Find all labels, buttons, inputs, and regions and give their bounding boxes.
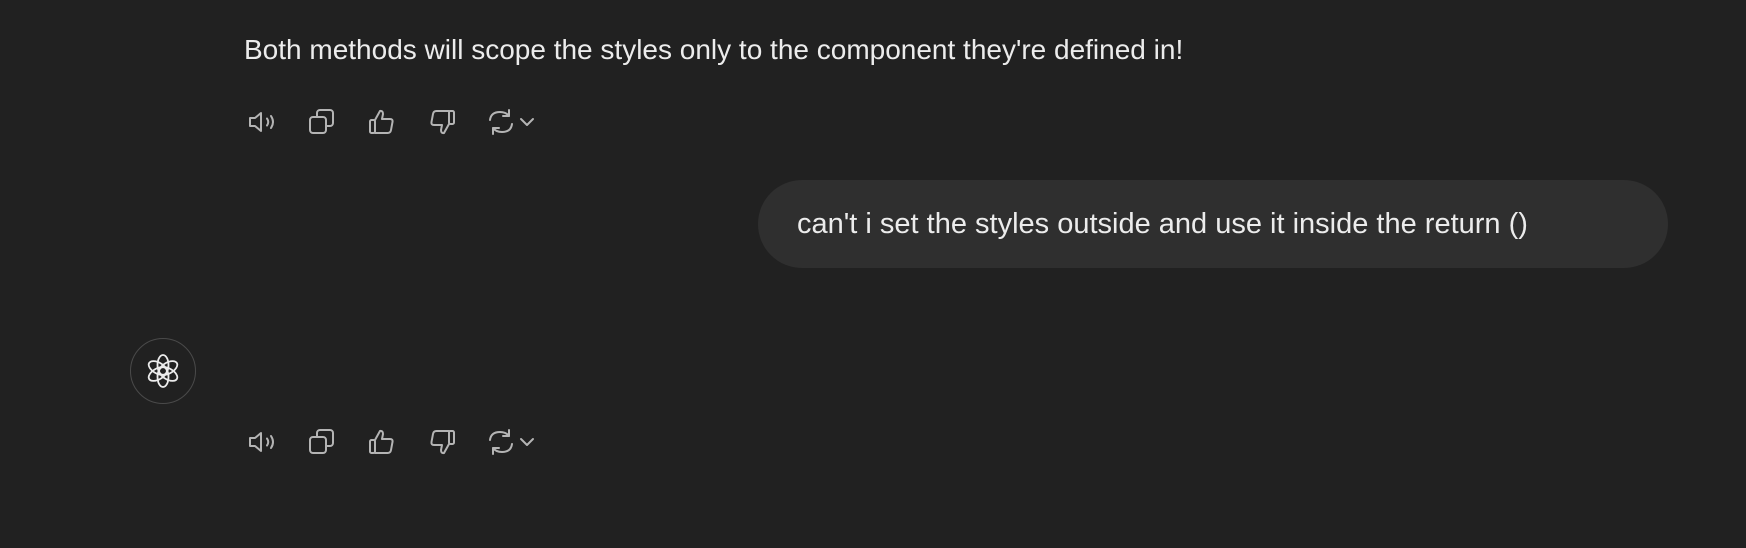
thumbs-down-button[interactable] [424,104,460,140]
copy-icon [309,109,334,134]
regenerate-button[interactable] [484,104,550,140]
assistant-message-actions [244,424,550,460]
thumbs-up-icon [369,429,394,454]
user-message-bubble: can't i set the styles outside and use i… [758,180,1668,268]
regenerate-icon [489,429,513,455]
copy-button[interactable] [304,424,340,460]
read-aloud-button[interactable] [244,104,280,140]
chevron-down-icon [520,438,534,446]
thumbs-up-icon [369,109,394,134]
openai-logo-icon [147,354,179,388]
assistant-avatar [130,338,196,404]
copy-button[interactable] [304,104,340,140]
read-aloud-icon [249,112,274,132]
assistant-message-text: Both methods will scope the styles only … [244,34,1184,65]
regenerate-icon [489,109,513,135]
thumbs-down-icon [430,430,455,455]
user-message-text: can't i set the styles outside and use i… [797,207,1528,240]
thumbs-up-button[interactable] [364,424,400,460]
chat-page: Both methods will scope the styles only … [0,0,1746,548]
thumbs-up-button[interactable] [364,104,400,140]
read-aloud-button[interactable] [244,424,280,460]
chevron-down-icon [520,118,534,126]
copy-icon [309,429,334,454]
thumbs-down-button[interactable] [424,424,460,460]
regenerate-button[interactable] [484,424,550,460]
assistant-message-actions [244,104,550,140]
read-aloud-icon [249,432,274,452]
thumbs-down-icon [430,110,455,135]
